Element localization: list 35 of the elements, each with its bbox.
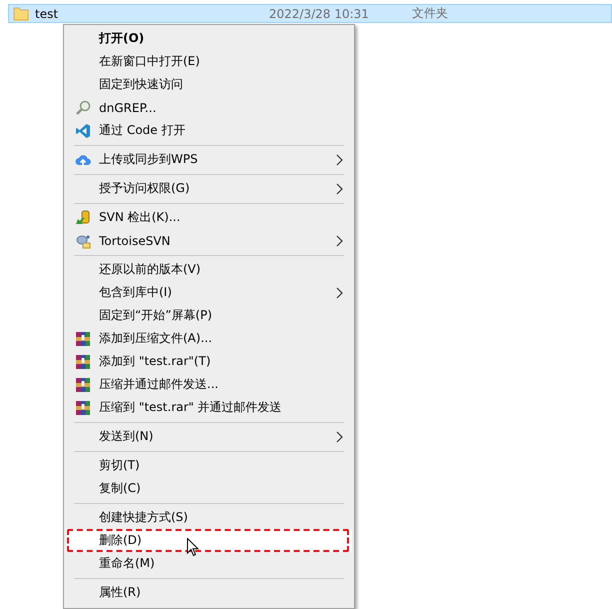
- folder-icon: [13, 6, 29, 20]
- menu-item[interactable]: 在新窗口中打开(E): [66, 50, 352, 73]
- menu-item[interactable]: SVN 检出(K)...: [66, 206, 352, 229]
- file-type: 文件夹: [412, 5, 448, 22]
- menu-item[interactable]: 创建快捷方式(S): [66, 506, 352, 529]
- archive-books-icon: [74, 376, 90, 392]
- menu-item[interactable]: TortoiseSVN: [66, 229, 352, 252]
- menu-item[interactable]: 添加到压缩文件(A)...: [66, 327, 352, 350]
- menu-item[interactable]: 通过 Code 打开: [66, 119, 352, 142]
- archive-books-icon: [74, 330, 90, 346]
- file-name: test: [35, 6, 60, 20]
- menu-item[interactable]: 还原以前的版本(V): [66, 258, 352, 281]
- menu-item[interactable]: dnGREP...: [66, 96, 352, 119]
- menu-item[interactable]: 固定到“开始”屏幕(P): [66, 304, 352, 327]
- file-date: 2022/3/28 10:31: [269, 6, 370, 20]
- menu-item[interactable]: 包含到库中(I): [66, 281, 352, 304]
- file-row[interactable]: test 2022/3/28 10:31 文件夹: [8, 4, 612, 23]
- menu-item[interactable]: 固定到快速访问: [66, 73, 352, 96]
- menu-item[interactable]: 重命名(M): [66, 552, 352, 575]
- menu-item[interactable]: 属性(R): [66, 581, 352, 604]
- menu-item[interactable]: 压缩并通过邮件发送...: [66, 373, 352, 396]
- menu-item[interactable]: 剪切(T): [66, 454, 352, 477]
- menu-item[interactable]: 授予访问权限(G): [66, 177, 352, 200]
- magnifier-icon: [74, 100, 90, 116]
- menu-item[interactable]: 打开(O): [66, 27, 352, 50]
- code-editor-icon: [74, 122, 90, 138]
- menu-item[interactable]: 复制(C): [66, 477, 352, 500]
- database-arrow-icon: [74, 210, 90, 226]
- menu-item[interactable]: 发送到(N): [66, 425, 352, 448]
- menu-item[interactable]: 添加到 "test.rar"(T): [66, 350, 352, 373]
- archive-books-icon: [74, 354, 90, 370]
- menu-item[interactable]: 压缩到 "test.rar" 并通过邮件发送: [66, 396, 352, 419]
- archive-books-icon: [74, 400, 90, 416]
- menu-item[interactable]: 上传或同步到WPS: [66, 148, 352, 171]
- mouse-cursor-icon: [187, 538, 199, 557]
